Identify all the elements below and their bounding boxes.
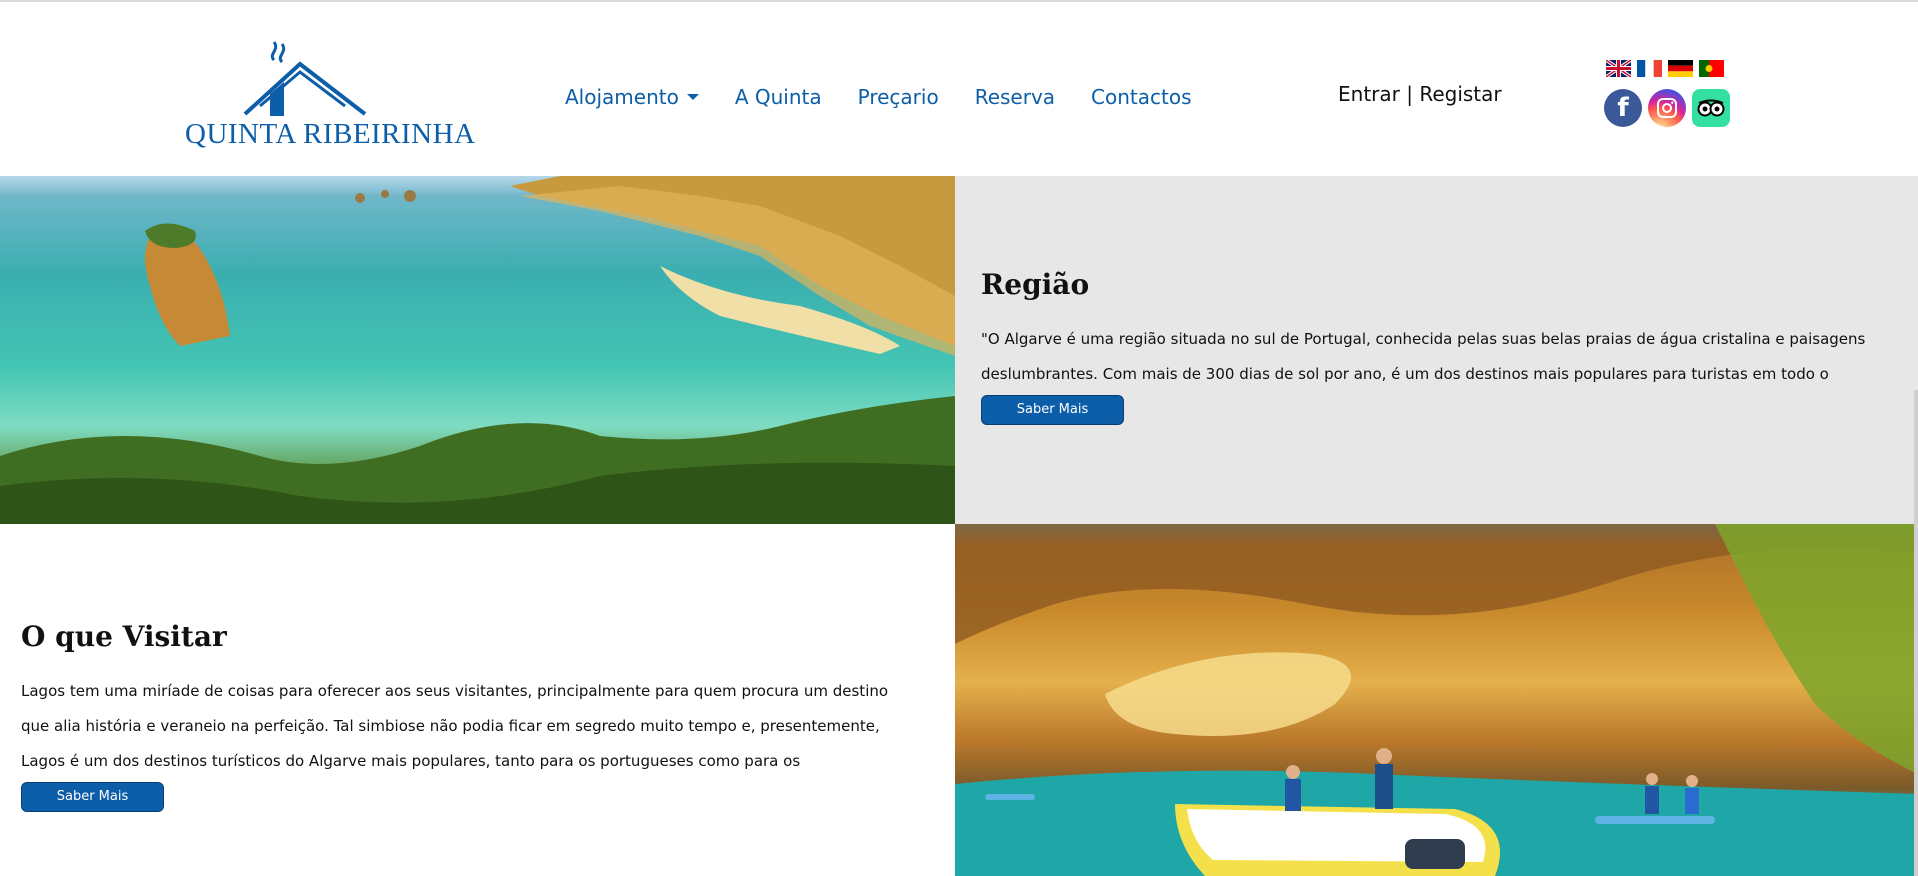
nav-item-a-quinta[interactable]: A Quinta — [735, 85, 822, 109]
region-saber-mais-button[interactable]: Saber Mais — [981, 395, 1124, 425]
site-logo[interactable]: QUINTA RIBEIRINHA — [180, 34, 475, 154]
facebook-glyph: f — [1617, 93, 1629, 123]
visit-title: O que Visitar — [21, 620, 227, 653]
region-title: Região — [981, 268, 1090, 301]
visit-section: O que Visitar Lagos tem uma miríade de c… — [0, 524, 955, 876]
visit-saber-mais-button[interactable]: Saber Mais — [21, 782, 164, 812]
germany-flag-icon[interactable] — [1668, 60, 1693, 77]
nav-item-label: Alojamento — [565, 85, 679, 109]
logo-text: QUINTA RIBEIRINHA — [185, 118, 476, 150]
beach-illustration — [0, 176, 955, 524]
instagram-icon[interactable] — [1648, 89, 1686, 127]
cave-illustration — [955, 524, 1918, 876]
language-selector — [1606, 60, 1724, 77]
nav-item-reserva[interactable]: Reserva — [975, 85, 1055, 109]
tripadvisor-icon[interactable] — [1692, 89, 1730, 127]
login-link[interactable]: Entrar — [1338, 82, 1400, 106]
auth-links: Entrar | Registar — [1338, 82, 1502, 106]
camera-glyph-icon — [1657, 98, 1677, 118]
portugal-flag-icon[interactable] — [1699, 60, 1724, 77]
auth-separator: | — [1406, 82, 1413, 106]
nav-item-alojamento[interactable]: Alojamento — [565, 85, 699, 109]
main-nav: Alojamento A Quinta Preçario Reserva Con… — [565, 80, 1228, 114]
social-links: f — [1604, 89, 1730, 127]
house-logo-icon — [243, 41, 367, 116]
facebook-icon[interactable]: f — [1604, 89, 1642, 127]
region-section: Região "O Algarve é uma região situada n… — [955, 176, 1918, 524]
scrollbar[interactable] — [1914, 390, 1918, 876]
uk-flag-icon[interactable] — [1606, 60, 1631, 77]
benagil-cave-image — [955, 524, 1918, 876]
nav-item-contactos[interactable]: Contactos — [1091, 85, 1191, 109]
owl-glyph-icon — [1697, 99, 1725, 117]
register-link[interactable]: Registar — [1419, 82, 1501, 106]
site-header: QUINTA RIBEIRINHA Alojamento A Quinta Pr… — [0, 2, 1918, 176]
nav-item-precario[interactable]: Preçario — [858, 85, 939, 109]
france-flag-icon[interactable] — [1637, 60, 1662, 77]
algarve-beach-image — [0, 176, 955, 524]
chevron-down-icon — [686, 94, 699, 100]
